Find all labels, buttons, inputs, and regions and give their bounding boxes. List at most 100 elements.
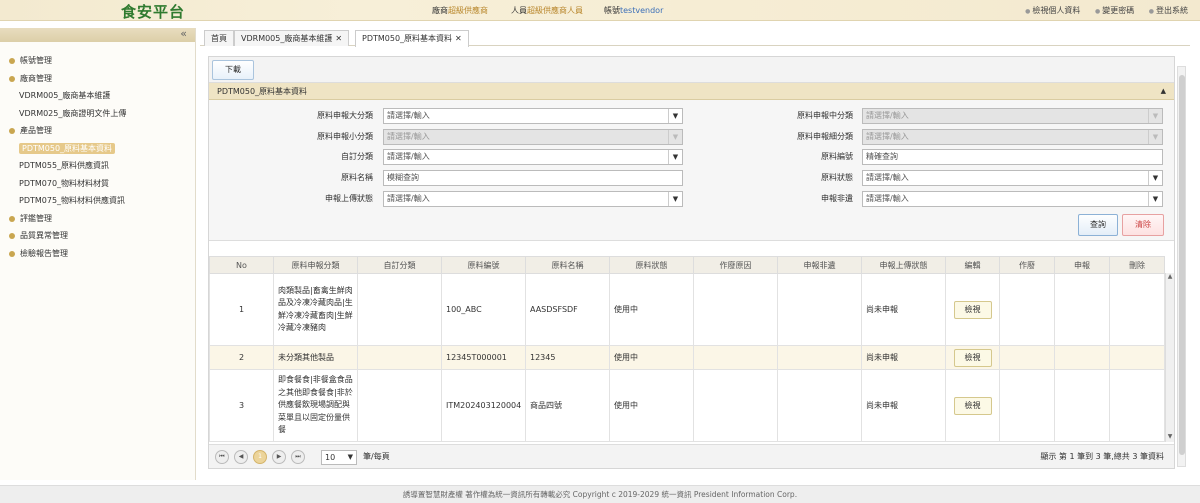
table-row[interactable]: 1 肉類製品|畜禽生鮮肉品及冷凍冷藏肉品|生鮮冷凍冷藏畜肉|生鮮冷藏冷凍豬肉 1… [209,273,1165,346]
row-upload-status: 尚未申報 [861,273,946,346]
page-size-unit: 筆/每頁 [363,452,390,461]
sidebar-item-vdrm005[interactable]: VDRM005_廠商基本維護 [0,87,195,105]
column-header: 原料狀態 [609,256,694,274]
last-page-icon[interactable]: ⏭ [291,450,305,464]
collapse-toggle-icon[interactable]: ▲ [1161,83,1166,100]
result-table: No 原料申報分類 自訂分類 原料編號 原料名稱 原料狀態 作廢原因 申報非遺 … [209,256,1165,442]
table-row[interactable]: 3 即食餐食|非餐盒食品之其他即食餐食|非於供應餐飲現場調配與菜單且以固定份量供… [209,369,1165,442]
scroll-down-icon[interactable]: ▼ [1166,433,1174,442]
row-name: AASDSFSDF [525,273,610,346]
view-profile-link[interactable]: 檢視個人資料 [1025,6,1080,15]
column-header: 申報非遺 [777,256,862,274]
middle-category-select[interactable]: 請選擇/輸入 ▼ [862,108,1163,124]
page-size-select[interactable]: 10 ▼ [321,450,357,465]
scroll-up-icon[interactable]: ▲ [1166,273,1174,282]
logout-link[interactable]: 登出系統 [1149,6,1188,15]
column-header: 自訂分類 [357,256,442,274]
sidebar: « 帳號管理 廠商管理 VDRM005_廠商基本維護 VDRM025_廠商證明文… [0,27,196,480]
dropdown-arrow-icon: ▼ [347,453,353,461]
sidebar-group-account[interactable]: 帳號管理 [0,52,195,70]
scroll-thumb[interactable] [1179,75,1185,455]
row-upload-status: 尚未申報 [861,369,946,442]
column-header: 申報 [1054,256,1110,274]
sidebar-item-vdrm025[interactable]: VDRM025_廠商證明文件上傳 [0,105,195,123]
prev-page-icon[interactable]: ◀ [234,450,248,464]
column-header: 原料申報分類 [273,256,358,274]
row-stage [777,369,862,442]
sidebar-group-quality[interactable]: 品質異常管理 [0,227,195,245]
collapse-icon[interactable]: « [180,27,187,40]
material-name-input[interactable]: 模糊查詢 [383,170,683,186]
result-grid: No 原料申報分類 自訂分類 原料編號 原料名稱 原料狀態 作廢原因 申報非遺 … [209,256,1174,442]
row-name: 12345 [525,345,610,370]
dropdown-arrow-icon: ▼ [1148,192,1162,206]
row-declare-cell [1054,369,1110,442]
declare-stage-select[interactable]: 請選擇/輸入 ▼ [862,191,1163,207]
row-no: 2 [209,345,274,370]
tab-pdtm050[interactable]: PDTM050_原料基本資料 ✕ [355,30,469,47]
sidebar-group-evaluation[interactable]: 評鑑管理 [0,210,195,228]
custom-category-select[interactable]: 請選擇/輸入 ▼ [383,149,683,165]
major-category-select[interactable]: 請選擇/輸入 ▼ [383,108,683,124]
row-category: 未分類其他製品 [273,345,358,370]
first-page-icon[interactable]: ⏮ [215,450,229,464]
row-declare-cell [1054,345,1110,370]
row-code: ITM202403120004 [441,369,526,442]
download-button[interactable]: 下載 [212,60,254,80]
clear-button[interactable]: 清除 [1122,214,1164,236]
row-upload-status: 尚未申報 [861,345,946,370]
column-header: 原料名稱 [525,256,610,274]
dropdown-arrow-icon: ▼ [1148,171,1162,185]
row-code: 100_ABC [441,273,526,346]
view-button[interactable]: 檢視 [953,300,992,319]
row-edit-cell: 檢視 [945,345,1000,370]
table-header-row: No 原料申報分類 自訂分類 原料編號 原料名稱 原料狀態 作廢原因 申報非遺 … [209,256,1165,274]
sidebar-group-product[interactable]: 產品管理 [0,122,195,140]
row-void-cell [999,273,1055,346]
detail-category-select[interactable]: 請選擇/輸入 ▼ [862,129,1163,145]
grid-scrollbar[interactable]: ▲ ▼ [1165,273,1174,442]
close-icon[interactable]: ✕ [455,34,462,43]
sidebar-item-pdtm055[interactable]: PDTM055_原料供應資訊 [0,157,195,175]
close-icon[interactable]: ✕ [335,34,342,43]
dropdown-arrow-icon: ▼ [668,150,682,164]
query-button[interactable]: 查詢 [1078,214,1118,236]
material-status-select[interactable]: 請選擇/輸入 ▼ [862,170,1163,186]
upload-status-select[interactable]: 請選擇/輸入 ▼ [383,191,683,207]
row-custom [357,345,442,370]
table-row[interactable]: 2 未分類其他製品 12345T000001 12345 使用中 尚未申報 檢視 [209,345,1165,370]
tab-home[interactable]: 首頁 [204,30,234,46]
change-password-link[interactable]: 變更密碼 [1095,6,1134,15]
column-header: No [209,256,274,274]
custom-category-label: 自訂分類 [341,152,373,161]
row-stage [777,273,862,346]
sidebar-group-inspection[interactable]: 檢驗報告管理 [0,245,195,263]
sidebar-item-pdtm070[interactable]: PDTM070_物料材料材質 [0,175,195,193]
material-code-input[interactable]: 精確查詢 [862,149,1163,165]
row-edit-cell: 檢視 [945,369,1000,442]
row-void-reason [693,345,778,370]
major-category-label: 原料申報大分類 [317,111,373,120]
column-header: 作廢 [999,256,1055,274]
row-no: 3 [209,369,274,442]
column-header: 作廢原因 [693,256,778,274]
page-scrollbar[interactable] [1177,66,1186,467]
main-panel: 下載 PDTM050_原料基本資料 ▲ 原料申報大分類 請選擇/輸入 ▼ 原料申報… [208,56,1175,469]
row-edit-cell: 檢視 [945,273,1000,346]
dropdown-arrow-icon: ▼ [668,109,682,123]
account-info: 帳號testvendor [604,6,664,15]
row-delete-cell [1109,345,1165,370]
minor-category-select[interactable]: 請選擇/輸入 ▼ [383,129,683,145]
view-button[interactable]: 檢視 [953,396,992,415]
sidebar-item-pdtm050[interactable]: PDTM050_原料基本資料 [0,140,195,158]
tab-vdrm005[interactable]: VDRM005_廠商基本維護 ✕ [234,30,350,46]
header-links: 檢視個人資料 變更密碼 登出系統 [1013,5,1188,16]
sidebar-item-pdtm075[interactable]: PDTM075_物料材料供應資訊 [0,192,195,210]
view-button[interactable]: 檢視 [953,348,992,367]
current-page[interactable]: 1 [253,450,267,464]
next-page-icon[interactable]: ▶ [272,450,286,464]
sidebar-group-vendor[interactable]: 廠商管理 [0,70,195,88]
top-header: 食安平台 廠商超級供應商 人員超級供應商人員 帳號testvendor 檢視個人… [0,0,1200,21]
material-name-label: 原料名稱 [341,173,373,182]
row-declare-cell [1054,273,1110,346]
